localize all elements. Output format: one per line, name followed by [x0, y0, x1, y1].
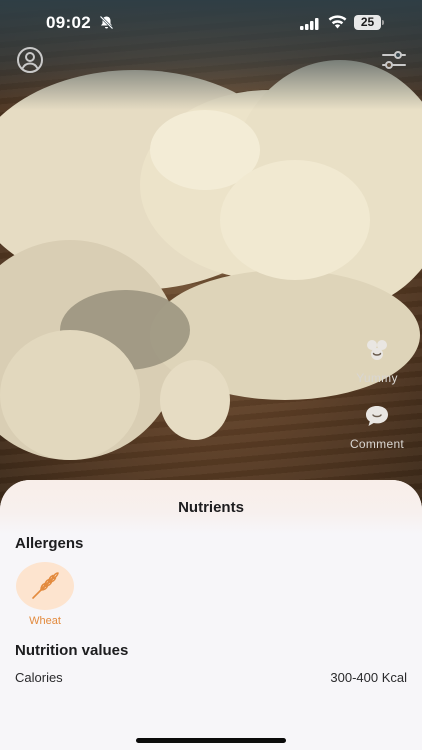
- battery-tip: [382, 20, 384, 25]
- potato-shape: [160, 360, 230, 440]
- filter-button[interactable]: [378, 44, 410, 76]
- wifi-icon: [328, 15, 347, 34]
- home-indicator[interactable]: [136, 738, 286, 743]
- wheat-icon: [32, 572, 59, 599]
- nutrition-row: Calories 300-400 Kcal: [15, 670, 407, 688]
- profile-button[interactable]: [14, 44, 46, 76]
- nutrition-values-heading: Nutrition values: [15, 642, 129, 659]
- person-circle-icon: [17, 47, 43, 73]
- sliders-icon: [382, 51, 406, 69]
- bell-slash-icon: [99, 15, 114, 35]
- allergen-icon-circle: [16, 562, 74, 610]
- potato-shape: [220, 160, 370, 280]
- potato-shape: [0, 330, 140, 460]
- allergen-name: Wheat: [29, 615, 61, 627]
- status-time: 09:02: [46, 13, 91, 32]
- allergen-item-wheat[interactable]: Wheat: [14, 562, 76, 627]
- allergens-heading: Allergens: [15, 535, 84, 552]
- nutrition-label: Calories: [15, 670, 63, 685]
- cellular-signal-icon: [300, 17, 320, 35]
- comment-button[interactable]: Comment: [337, 404, 417, 451]
- comment-bubble-icon: [366, 406, 388, 426]
- nutrition-value: 300-400 Kcal: [330, 670, 407, 685]
- yummy-face-icon: [367, 340, 387, 360]
- sheet-header: Nutrients: [0, 480, 422, 534]
- battery-indicator: 25: [354, 15, 381, 30]
- yummy-label: Yummy: [356, 371, 398, 385]
- yummy-button[interactable]: Yummy: [337, 338, 417, 385]
- sheet-title: Nutrients: [178, 499, 244, 516]
- status-bar: 09:02 25: [0, 0, 422, 46]
- nutrients-sheet: Nutrients Allergens Wheat Nutrition valu…: [0, 480, 422, 750]
- comment-label: Comment: [349, 437, 405, 451]
